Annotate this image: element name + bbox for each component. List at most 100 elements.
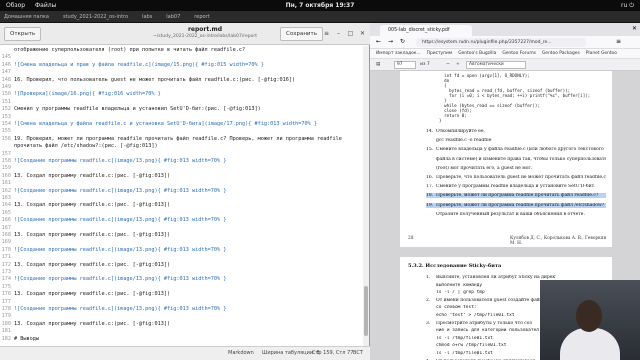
bookmark-item[interactable]: Импорт закладок... [376,51,421,56]
item-number: 18. [426,193,434,199]
forward-icon[interactable]: → [388,38,393,45]
reload-icon[interactable]: ↻ [400,38,405,45]
code-line[interactable]: 147 [0,69,362,75]
path-segment[interactable]: Домашняя папка [4,14,49,20]
line-text: прочитать файл /etc/shadow?:(рис. [-@fig… [14,143,158,150]
line-number: 164 [1,202,11,209]
code-line[interactable]: 169 [0,239,362,245]
browser-tab[interactable]: 005-lab_discret_sticky.pdf [380,25,472,36]
code-line[interactable]: 180 13. Создал программу readfile.c:(рис.… [0,321,362,327]
code-line[interactable]: 171 [0,254,362,260]
close-icon[interactable]: ✕ [358,29,367,38]
maximize-icon[interactable]: □ [346,29,355,38]
keyboard-layout[interactable]: ru [621,2,627,9]
power-icon[interactable]: ⏻ [629,2,634,9]
code-line[interactable]: 173 [0,269,362,275]
code-line[interactable]: 177 [0,299,362,305]
url-field[interactable]: https://esystem.rudn.ru/pluginfile.php/2… [416,38,586,47]
page-number-input[interactable]: 97 [394,61,416,69]
line-number: 168 [1,232,11,238]
navigation-bar: ← → ↻ https://esystem.rudn.ru/pluginfile… [370,36,640,49]
code-line[interactable]: 152 Сменил у программы readfile владельца… [0,106,362,112]
code-line[interactable]: 151 [0,99,362,105]
save-button[interactable]: Сохранить [280,27,323,41]
code-line[interactable]: 163 [0,195,362,201]
line-number: 145 [1,54,11,61]
code-line[interactable]: 176 13. Создал программу readfile.c:(рис.… [0,291,362,297]
bookmark-item[interactable]: Приступим [427,51,453,56]
system-indicators[interactable]: ru ⏻ [621,0,634,11]
code-line[interactable]: 178 ![Создание программы readfile.c](imag… [0,306,362,312]
language-selector[interactable]: Markdown [228,347,254,360]
insert-mode[interactable]: ВСТ [353,347,363,360]
list-item: выполните команду [426,283,556,288]
zoom-out-icon[interactable]: − [446,59,450,71]
tab-width-selector[interactable]: Ширина табуляции: 8 [262,347,320,360]
close-icon[interactable]: ✕ [632,25,637,32]
menu-icon[interactable]: ≡ [616,38,621,45]
item-text: Проверьте, может ли программа readfile п… [436,202,605,208]
code-line[interactable]: 161 [0,180,362,186]
code-line[interactable]: 182 # Выводы [0,336,362,342]
code-line[interactable]: 175 [0,284,362,290]
line-text: 13. Создал программу readfile.c:(рис. [-… [14,261,171,268]
code-line[interactable]: отображение суперпользователя (root) при… [0,47,362,53]
editor-scrollbar[interactable] [363,46,369,346]
bookmark-item[interactable]: Gentoo's Bugzilla [458,51,496,56]
code-line[interactable]: 166 ![Создание программы readfile.c](imag… [0,217,362,223]
path-segment[interactable]: lab07 [166,14,180,20]
editor-header: Открыть report.md ~/study_2021-2022_os-i… [0,23,370,45]
bookmark-item[interactable]: Gentoo Forums [502,51,536,56]
code-line[interactable]: 150 ![Проверка](image/16.png){ #fig:016 w… [0,91,362,97]
bookmark-item[interactable]: Planet Gentoo [586,51,617,56]
code-line[interactable]: 181 [0,328,362,334]
code-line[interactable]: 165 [0,210,362,216]
line-text: 19. Проверил, может ли программа readfil… [14,135,342,142]
sidebar-toggle-icon[interactable]: ▤ [376,59,380,71]
line-number: 177 [1,298,11,305]
hamburger-icon[interactable]: ≡ [322,29,331,38]
code-line[interactable]: 148 16. Проверил, что пользователь guest … [0,77,362,83]
code-line[interactable]: 164 13. Создал программу readfile.c:(рис.… [0,202,362,208]
code-line[interactable]: 172 13. Создал программу readfile.c:(рис.… [0,262,362,268]
zoom-in-icon[interactable]: + [456,59,460,71]
code-line[interactable]: 179 [0,313,362,319]
bookmark-item[interactable]: Gentoo Packages [542,51,580,56]
line-number: 176 [1,291,11,298]
code-line[interactable]: 167 [0,225,362,231]
cursor-position[interactable]: Стр 159, Стл 77 [312,347,353,360]
code-line[interactable]: 162 ![Создание программы readfile.c](imag… [0,188,362,194]
line-number: 165 [1,209,11,216]
open-button[interactable]: Открыть [4,27,42,41]
scrollbar-thumb[interactable] [364,286,368,336]
code-line[interactable]: 157 [0,151,362,157]
back-icon[interactable]: ← [376,38,381,45]
path-segment[interactable]: report [194,14,209,20]
code-line[interactable]: 156 19. Проверил, может ли программа read… [0,136,362,142]
clock[interactable]: Пн, 7 октября 19:37 [0,0,640,11]
item-text: ls -l /tmp/file01.txt [436,351,493,356]
line-number: 155 [1,128,11,135]
code-line[interactable]: 174 ![Создание программы readfile.c](imag… [0,276,362,282]
code-line[interactable]: 168 13. Создал программу readfile.c:(рис.… [0,232,362,238]
zoom-select[interactable]: Автоматически [466,61,526,69]
code-line[interactable]: 170 ![Создание программы readfile.c](imag… [0,247,362,253]
list-item: со словом test: [426,305,556,310]
path-segment[interactable]: study_2021-2022_os-intro [63,14,128,20]
code-line[interactable]: 149 [0,84,362,90]
code-line[interactable]: 159 [0,165,362,171]
item-text: chmod o+rw /tmp/file01.txt [436,343,507,349]
list-item: ls -l /tmp/file01.txt [426,336,556,341]
code-line[interactable]: 154 ![Смена владельца у файла readfile.c … [0,121,362,127]
code-line[interactable]: 146 ![Смена владельца и прав у файла read… [0,62,362,68]
line-number: 147 [1,69,11,76]
code-line[interactable]: 158 ![Создание программы readfile.c](imag… [0,158,362,164]
code-line[interactable]: прочитать файл /etc/shadow?:(рис. [-@fig… [0,143,362,149]
code-line[interactable]: 155 [0,128,362,134]
code-line[interactable]: 153 [0,114,362,120]
minimize-icon[interactable]: – [334,29,343,38]
code-line[interactable]: 160 13. Создал программу readfile.c:(рис.… [0,173,362,179]
path-segment[interactable]: labs [142,14,152,20]
editor-text-area[interactable]: отображение суперпользователя (root) при… [0,46,362,346]
code-line[interactable]: 145 [0,54,362,60]
